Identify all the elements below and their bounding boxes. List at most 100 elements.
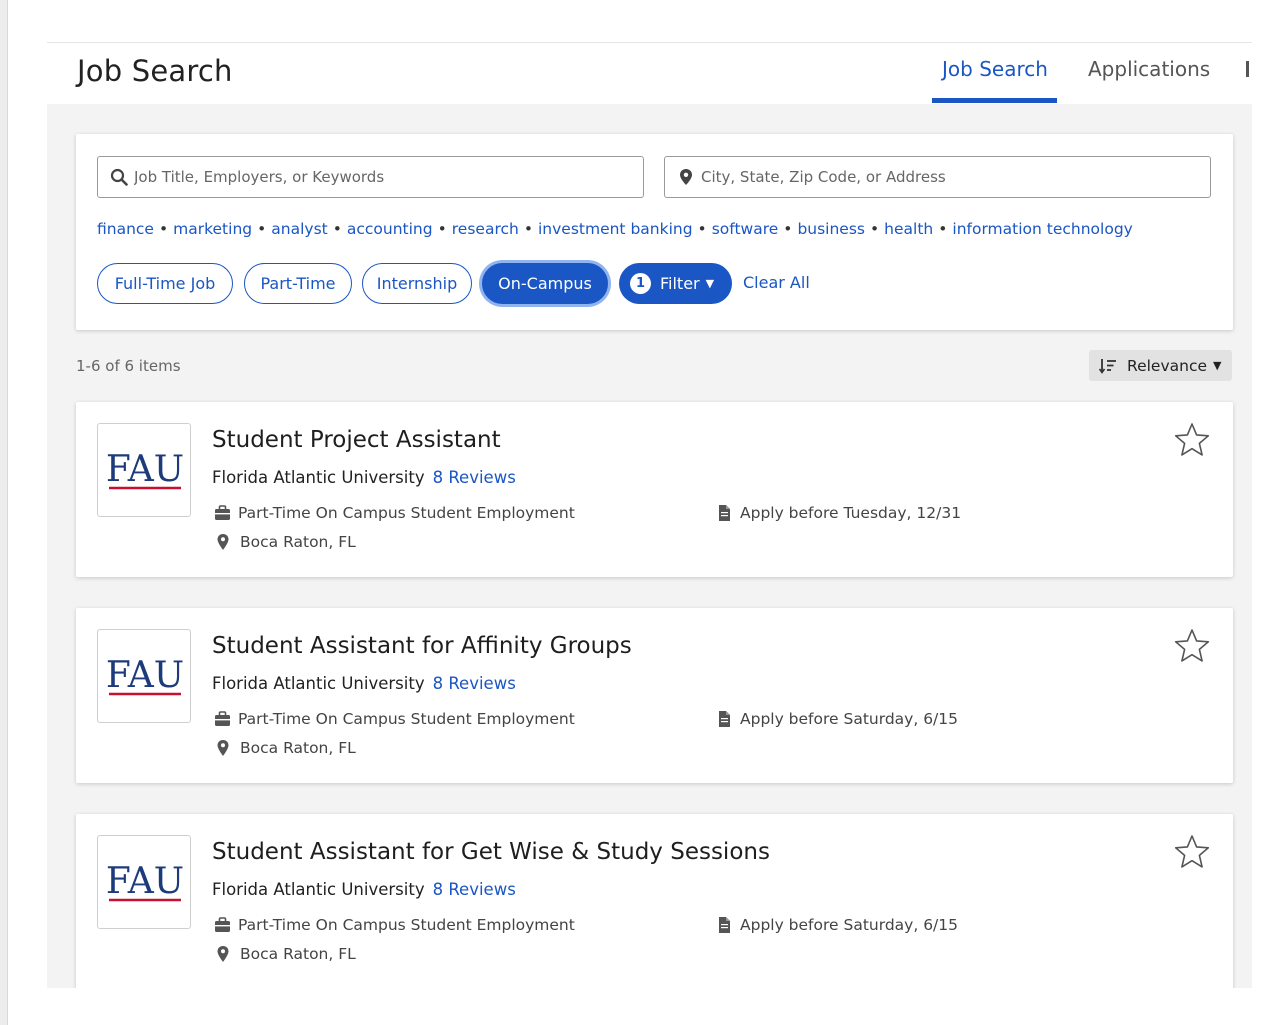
reviews-link[interactable]: 8 Reviews xyxy=(433,674,516,693)
keyword-search-field[interactable] xyxy=(97,156,644,198)
keyword-link-information-technology[interactable]: information technology xyxy=(952,220,1132,238)
separator-dot: • xyxy=(523,220,533,238)
map-pin-icon xyxy=(216,534,233,550)
caret-down-icon: ▼ xyxy=(705,277,715,290)
apply-deadline: Apply before Tuesday, 12/31 xyxy=(716,504,961,522)
tab-job-search[interactable]: Job Search xyxy=(942,57,1048,81)
separator-dot: • xyxy=(158,220,169,238)
employer-name[interactable]: Florida Atlantic University xyxy=(212,468,425,487)
keyword-link-software[interactable]: software xyxy=(712,220,779,238)
keyword-link-research[interactable]: research xyxy=(452,220,519,238)
job-card[interactable]: FAU Student Project Assistant Florida At… xyxy=(76,402,1233,577)
job-type-text: Part-Time On Campus Student Employment xyxy=(238,504,575,522)
keyword-search-input[interactable] xyxy=(134,158,634,196)
keyword-link-health[interactable]: health xyxy=(884,220,933,238)
sort-dropdown[interactable]: Relevance ▼ xyxy=(1089,350,1232,381)
keyword-link-business[interactable]: business xyxy=(797,220,865,238)
chip-full-time-job[interactable]: Full-Time Job xyxy=(97,263,233,304)
apply-deadline-text: Apply before Saturday, 6/15 xyxy=(740,916,959,934)
map-pin-icon xyxy=(677,168,695,186)
job-location: Boca Raton, FL xyxy=(216,739,356,757)
job-type-text: Part-Time On Campus Student Employment xyxy=(238,710,575,728)
employer-logo: FAU xyxy=(97,629,191,723)
job-title[interactable]: Student Project Assistant xyxy=(212,427,501,453)
separator-dot: • xyxy=(257,220,267,238)
job-title[interactable]: Student Assistant for Affinity Groups xyxy=(212,633,632,659)
map-pin-icon xyxy=(216,946,233,962)
employer-name[interactable]: Florida Atlantic University xyxy=(212,674,425,693)
employer-logo: FAU xyxy=(97,835,191,929)
job-location-text: Boca Raton, FL xyxy=(240,533,356,551)
chip-internship[interactable]: Internship xyxy=(362,263,472,304)
employer-name[interactable]: Florida Atlantic University xyxy=(212,880,425,899)
employer-line: Florida Atlantic University 8 Reviews xyxy=(212,674,516,693)
active-tab-indicator xyxy=(932,98,1057,103)
job-card[interactable]: FAU Student Assistant for Get Wise & Stu… xyxy=(76,814,1233,988)
caret-down-icon: ▼ xyxy=(1213,359,1222,372)
apply-deadline-text: Apply before Saturday, 6/15 xyxy=(740,710,959,728)
job-search-page: Job Search Job Search Applications finan… xyxy=(47,42,1252,988)
keyword-link-analyst[interactable]: analyst xyxy=(271,220,327,238)
filter-button-label: Filter xyxy=(660,274,700,293)
apply-deadline: Apply before Saturday, 6/15 xyxy=(716,916,958,934)
briefcase-icon xyxy=(214,505,231,521)
tab-overflow-partial[interactable] xyxy=(1246,61,1249,77)
document-icon xyxy=(716,505,733,521)
sort-icon xyxy=(1098,358,1117,374)
job-location: Boca Raton, FL xyxy=(216,945,356,963)
job-location: Boca Raton, FL xyxy=(216,533,356,551)
keyword-link-finance[interactable]: finance xyxy=(97,220,154,238)
separator-dot: • xyxy=(938,220,948,238)
separator-dot: • xyxy=(332,220,342,238)
job-location-text: Boca Raton, FL xyxy=(240,739,356,757)
keyword-link-accounting[interactable]: accounting xyxy=(347,220,433,238)
separator-dot: • xyxy=(697,220,707,238)
save-star-icon[interactable] xyxy=(1174,628,1210,664)
filter-count-badge: 1 xyxy=(630,273,651,294)
separator-dot: • xyxy=(783,220,793,238)
location-search-input[interactable] xyxy=(701,158,1201,196)
keyword-link-marketing[interactable]: marketing xyxy=(173,220,252,238)
filter-button[interactable]: 1 Filter ▼ xyxy=(619,263,732,304)
separator-dot: • xyxy=(437,220,447,238)
suggested-keywords: finance • marketing • analyst • accounting • res… xyxy=(97,220,1133,238)
search-icon xyxy=(110,168,128,186)
keyword-link-investment-banking[interactable]: investment banking xyxy=(538,220,693,238)
apply-deadline-text: Apply before Tuesday, 12/31 xyxy=(740,504,962,522)
tab-applications[interactable]: Applications xyxy=(1088,57,1210,81)
chip-part-time[interactable]: Part-Time xyxy=(244,263,352,304)
filter-chips: Full-Time Job Part-Time Internship On-Ca… xyxy=(97,263,1217,305)
save-star-icon[interactable] xyxy=(1174,422,1210,458)
page-header: Job Search Job Search Applications xyxy=(47,43,1252,104)
job-card[interactable]: FAU Student Assistant for Affinity Group… xyxy=(76,608,1233,783)
clear-all-link[interactable]: Clear All xyxy=(743,273,810,292)
job-type: Part-Time On Campus Student Employment xyxy=(214,710,575,728)
job-type: Part-Time On Campus Student Employment xyxy=(214,916,575,934)
results-count: 1-6 of 6 items xyxy=(76,357,181,375)
search-panel: finance•marketing•analyst•accounting•res… xyxy=(76,134,1233,330)
reviews-link[interactable]: 8 Reviews xyxy=(433,880,516,899)
job-type: Part-Time On Campus Student Employment xyxy=(214,504,575,522)
fau-logo-text: FAU xyxy=(106,861,184,902)
map-pin-icon xyxy=(216,740,233,756)
fau-logo-text: FAU xyxy=(106,655,184,696)
document-icon xyxy=(716,917,733,933)
reviews-link[interactable]: 8 Reviews xyxy=(433,468,516,487)
separator-dot: • xyxy=(870,220,880,238)
briefcase-icon xyxy=(214,711,231,727)
window-edge xyxy=(0,0,8,1025)
job-title[interactable]: Student Assistant for Get Wise & Study S… xyxy=(212,839,770,865)
document-icon xyxy=(716,711,733,727)
job-type-text: Part-Time On Campus Student Employment xyxy=(238,916,575,934)
chip-on-campus[interactable]: On-Campus xyxy=(482,263,608,304)
sort-label: Relevance xyxy=(1127,356,1208,375)
location-search-field[interactable] xyxy=(664,156,1211,198)
fau-logo-text: FAU xyxy=(106,449,184,490)
job-location-text: Boca Raton, FL xyxy=(240,945,356,963)
apply-deadline: Apply before Saturday, 6/15 xyxy=(716,710,958,728)
employer-logo: FAU xyxy=(97,423,191,517)
employer-line: Florida Atlantic University 8 Reviews xyxy=(212,880,516,899)
briefcase-icon xyxy=(214,917,231,933)
save-star-icon[interactable] xyxy=(1174,834,1210,870)
employer-line: Florida Atlantic University 8 Reviews xyxy=(212,468,516,487)
